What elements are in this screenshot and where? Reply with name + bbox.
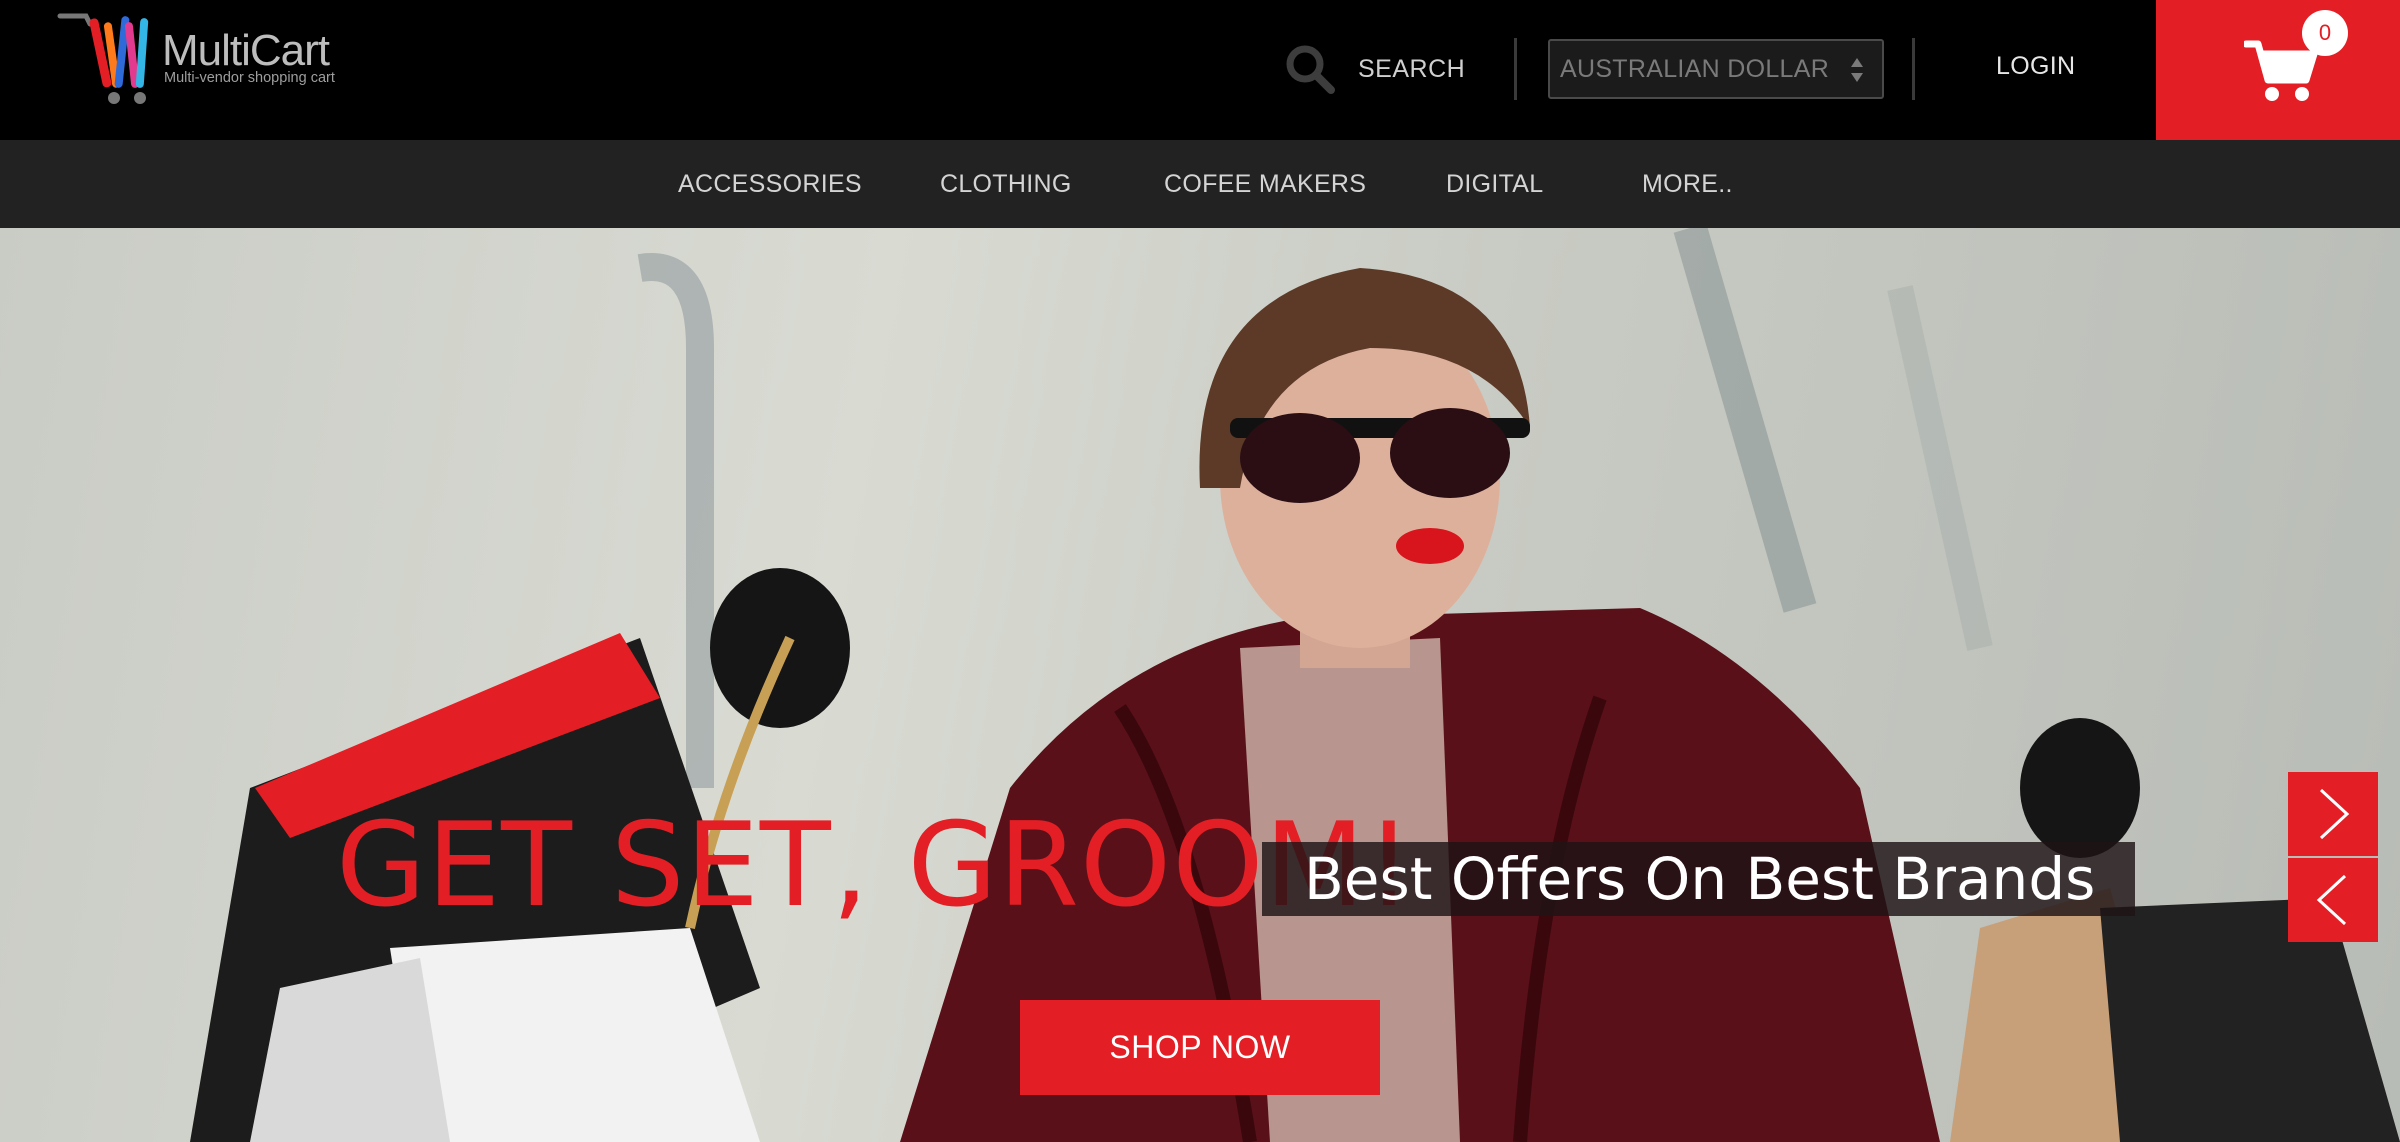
nav-item-digital[interactable]: DIGITAL: [1446, 170, 1544, 199]
hero-headline: GET SET, GROOM!: [336, 798, 1414, 933]
nav-item-cofee-makers[interactable]: COFEE MAKERS: [1164, 170, 1366, 199]
cart-count-badge: 0: [2302, 10, 2348, 56]
hero-banner: GET SET, GROOM! Best Offers On Best Bran…: [0, 228, 2400, 1142]
search-icon: [1286, 45, 1335, 94]
nav-item-accessories[interactable]: ACCESSORIES: [678, 170, 862, 199]
login-link[interactable]: LOGIN: [1996, 52, 2075, 81]
search-button[interactable]: SEARCH: [1282, 40, 1465, 98]
shop-now-button[interactable]: SHOP NOW: [1020, 1000, 1380, 1095]
slider-prev-button[interactable]: [2288, 858, 2378, 942]
cart-button[interactable]: 0: [2156, 0, 2400, 140]
search-label: SEARCH: [1358, 54, 1466, 83]
nav-item-more[interactable]: MORE..: [1642, 170, 1733, 199]
top-bar: MultiCart Multi-vendor shopping cart SEA…: [0, 0, 2400, 140]
logo[interactable]: MultiCart Multi-vendor shopping cart: [56, 8, 356, 108]
logo-tagline: Multi-vendor shopping cart: [164, 70, 335, 86]
divider: [1912, 38, 1915, 100]
slider-next-button[interactable]: [2288, 772, 2378, 856]
logo-cart-icon: [57, 13, 149, 104]
currency-selected-value: AUSTRALIAN DOLLAR: [1560, 54, 1830, 83]
divider: [1514, 38, 1517, 100]
chevron-right-icon: [2319, 788, 2350, 840]
select-arrows-icon: [1851, 58, 1863, 82]
nav-item-clothing[interactable]: CLOTHING: [940, 170, 1072, 199]
category-nav: ACCESSORIES CLOTHING COFEE MAKERS DIGITA…: [0, 140, 2400, 228]
logo-name: MultiCart: [162, 26, 330, 75]
currency-select[interactable]: AUSTRALIAN DOLLAR: [1548, 39, 1884, 99]
chevron-left-icon: [2316, 874, 2347, 926]
hero-subline: Best Offers On Best Brands: [1262, 842, 2136, 916]
